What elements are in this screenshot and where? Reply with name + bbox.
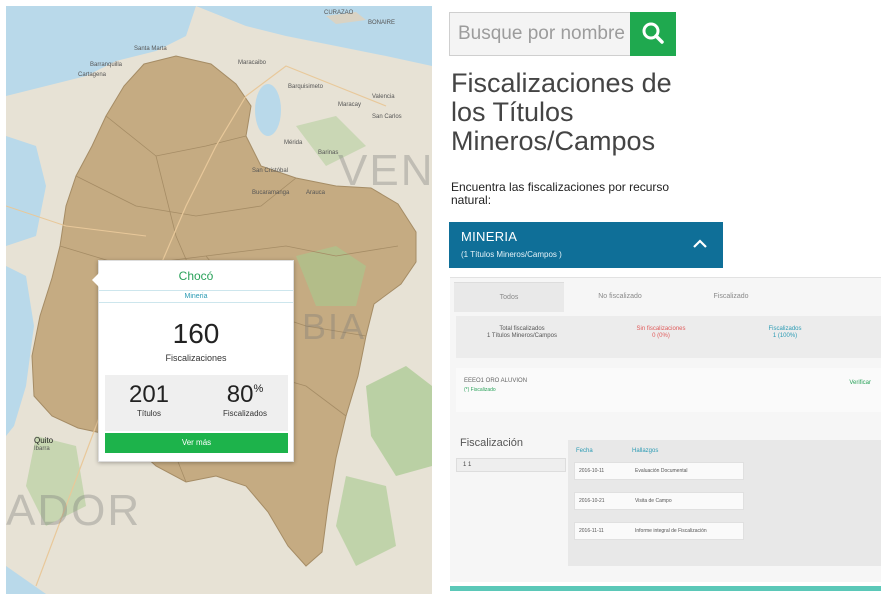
page-title-line: los Títulos <box>451 97 574 127</box>
popup-title: Chocó <box>178 269 214 283</box>
app-root: CURAZAO BONAIRE Santa Marta Barranquilla… <box>0 0 881 598</box>
map-label: Santa Marta <box>134 46 167 52</box>
filter-tabs: Todos No fiscalizado Fiscalizado <box>450 282 881 312</box>
map-label: Valencia <box>372 94 395 100</box>
map-label: CURAZAO <box>324 10 354 16</box>
record-status: (*) Fiscalizado <box>464 387 496 393</box>
side-panel: Fiscalizaciones de los Títulos Mineros/C… <box>446 8 881 598</box>
table-cell-finding: Evaluación Documental <box>635 468 688 474</box>
map-label: Maracaibo <box>238 60 267 66</box>
titulos-count: 201 <box>128 381 170 408</box>
titulos-label: Títulos <box>136 409 161 418</box>
bottom-accent-bar <box>450 586 881 591</box>
search-bar <box>449 12 676 56</box>
map-label: San Cristóbal <box>252 168 289 174</box>
department-popup: Chocó Mineria 160 Fiscalizaciones 201 Tí… <box>92 260 294 462</box>
table-header-fecha: Fecha <box>576 448 593 454</box>
map-label: BONAIRE <box>368 20 396 26</box>
map-label: Maracay <box>338 102 362 108</box>
page-title: Fiscalizaciones de los Títulos Mineros/C… <box>451 69 711 156</box>
category-detail: Todos No fiscalizado Fiscalizado Total f… <box>450 277 881 582</box>
titulo-record[interactable]: EEEO1 ORO ALUVION (*) Fiscalizado Verifi… <box>456 368 881 412</box>
fiscalizacion-heading: Fiscalización <box>460 437 523 449</box>
category-count: (1 Títulos Mineros/Campos ) <box>461 250 562 259</box>
popup-resource-type: Mineria <box>99 290 293 303</box>
page-title-line: Fiscalizaciones de <box>451 68 672 98</box>
map-label: Barquisimeto <box>288 84 324 90</box>
record-title: EEEO1 ORO ALUVION <box>464 378 528 384</box>
category-accordion-mineria[interactable]: MINERIA (1 Títulos Mineros/Campos ) <box>449 222 723 268</box>
popup-stats: 201 Títulos 80% Fiscalizados <box>105 375 288 431</box>
ver-mas-button[interactable]: Ver más <box>105 433 288 453</box>
titulos-stat: 201 Títulos <box>113 381 185 418</box>
record-action-link[interactable]: Verificar <box>849 380 871 386</box>
search-input[interactable] <box>450 13 633 55</box>
map-label: Barinas <box>318 150 339 156</box>
tab-no-fiscalizado[interactable]: No fiscalizado <box>570 282 670 312</box>
map-country-label: BIA <box>302 306 367 347</box>
fiscalizados-percent: 80 <box>226 381 254 408</box>
summary-sin-value: 0 (0%) <box>652 333 670 339</box>
map-label: San Carlos <box>372 114 402 120</box>
table-cell-date: 2016-10-21 <box>579 498 605 504</box>
map-label: Mérida <box>284 140 303 146</box>
map-label: Quito <box>34 436 54 445</box>
category-title: MINERIA <box>461 229 518 244</box>
fiscalizados-stat: 80% Fiscalizados <box>205 381 285 418</box>
table-row: 2016-10-11 Evaluación Documental <box>574 462 744 480</box>
summary-sin-fiscalizar: Sin fiscalizaciones 0 (0%) <box>606 326 716 340</box>
fiscalizados-label: Fiscalizados <box>222 409 267 418</box>
percent-sign: % <box>253 383 264 395</box>
search-icon <box>642 22 664 44</box>
search-button[interactable] <box>630 12 676 56</box>
map-country-label: VEN <box>338 146 432 195</box>
popup-pointer <box>92 273 99 287</box>
map-label: Ibarra <box>34 446 50 452</box>
fiscalizacion-table: Fecha Hallazgos 2016-10-11 Evaluación Do… <box>568 440 881 566</box>
table-row: 2016-10-21 Visita de Campo <box>574 492 744 510</box>
summary-fiscalizados: Fiscalizados 1 (100%) <box>730 326 840 340</box>
map-country-label: ADOR <box>6 486 142 535</box>
fiscalizaciones-count: 160 <box>172 318 220 349</box>
map-label: Barranquilla <box>90 62 123 68</box>
map-view[interactable]: CURAZAO BONAIRE Santa Marta Barranquilla… <box>6 6 432 594</box>
table-cell-finding: Informe integral de Fiscalización <box>635 528 707 534</box>
tab-todos[interactable]: Todos <box>454 282 564 312</box>
summary-total-value: 1 Títulos Mineros/Campos <box>487 333 557 339</box>
table-header-hallazgos: Hallazgos <box>632 448 659 454</box>
table-cell-date: 2016-11-11 <box>579 528 604 534</box>
fiscalizaciones-label: Fiscalizaciones <box>165 353 227 363</box>
fiscalizacion-selector[interactable]: 1 1 <box>456 458 566 472</box>
table-cell-date: 2016-10-11 <box>579 468 605 474</box>
summary-fisc-label: Fiscalizados <box>768 326 802 332</box>
summary-sin-label: Sin fiscalizaciones <box>636 326 686 332</box>
summary-fisc-value: 1 (100%) <box>772 333 798 339</box>
summary-row: Total fiscalizados 1 Títulos Mineros/Cam… <box>456 316 881 358</box>
table-cell-finding: Visita de Campo <box>635 498 672 504</box>
summary-total-label: Total fiscalizados <box>499 326 545 332</box>
map-label: Bucaramanga <box>252 190 290 196</box>
tab-fiscalizado[interactable]: Fiscalizado <box>686 282 776 312</box>
map-label: Arauca <box>306 190 326 196</box>
table-row: 2016-11-11 Informe integral de Fiscaliza… <box>574 522 744 540</box>
page-title-line: Mineros/Campos <box>451 126 656 156</box>
page-subtitle: Encuentra las fiscalizaciones por recurs… <box>451 180 670 207</box>
map-label: Cartagena <box>78 72 107 78</box>
chevron-up-icon[interactable] <box>691 236 709 252</box>
summary-total: Total fiscalizados 1 Títulos Mineros/Cam… <box>462 326 582 340</box>
